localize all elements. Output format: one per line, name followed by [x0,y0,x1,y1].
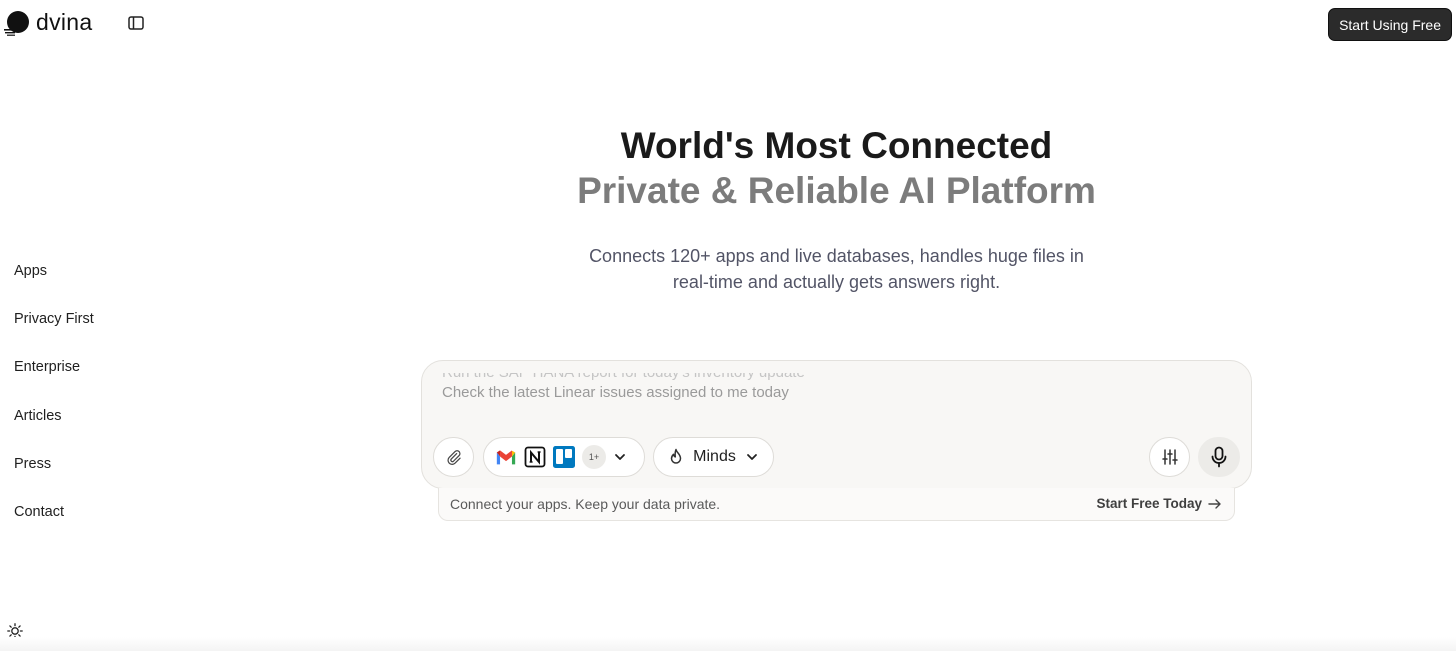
prompt-suggestions[interactable]: Run the SAP HANA report for today's inve… [442,373,1231,409]
start-free-today-link[interactable]: Start Free Today [1096,496,1222,511]
logo[interactable]: dvina [4,9,92,36]
sidebar-toggle-icon[interactable] [128,16,144,30]
sidebar-nav: Apps Privacy First Enterprise Articles P… [14,262,94,551]
start-using-free-button[interactable]: Start Using Free [1328,8,1452,41]
start-free-today-label: Start Free Today [1096,496,1202,511]
attach-button[interactable] [433,437,474,477]
flame-icon [670,448,682,464]
trello-icon [553,446,575,468]
nav-item-articles[interactable]: Articles [14,407,94,455]
nav-item-enterprise[interactable]: Enterprise [14,358,94,406]
prompt-suggestion-previous: Run the SAP HANA report for today's inve… [442,373,1231,383]
prompt-box[interactable]: Run the SAP HANA report for today's inve… [421,360,1252,489]
hero-subtitle: Connects 120+ apps and live databases, h… [421,243,1252,295]
strip-tagline: Connect your apps. Keep your data privat… [450,496,721,512]
nav-item-privacy-first[interactable]: Privacy First [14,310,94,358]
prompt-footer-strip: Connect your apps. Keep your data privat… [438,488,1235,521]
landing-page: dvina Start Using Free Apps Privacy Firs… [0,0,1456,651]
sliders-icon [1161,449,1178,465]
bottom-fade [0,637,1456,651]
logo-text: dvina [36,9,93,35]
minds-selector-button[interactable]: Minds [653,437,774,477]
microphone-icon [1211,446,1227,468]
apps-more-badge: 1+ [582,445,606,469]
hero-subtitle-line-1: Connects 120+ apps and live databases, h… [589,246,1084,266]
notion-icon [524,446,546,468]
nav-item-apps[interactable]: Apps [14,262,94,310]
microphone-button[interactable] [1198,437,1240,477]
arrow-right-icon [1208,498,1221,509]
gmail-icon [496,450,516,465]
nav-item-press[interactable]: Press [14,455,94,503]
chevron-down-icon [615,454,625,460]
hero-title-line-2: Private & Reliable AI Platform [577,170,1096,211]
dvina-logo-icon [4,10,29,36]
hero-title-line-1: World's Most Connected [620,125,1053,166]
chevron-down-icon [746,454,757,460]
paperclip-icon [447,449,461,465]
settings-button[interactable] [1149,437,1190,477]
nav-item-contact[interactable]: Contact [14,503,94,551]
hero-subtitle-line-2: real-time and actually gets answers righ… [672,272,1001,292]
prompt-suggestion-current: Check the latest Linear issues assigned … [442,384,789,401]
apps-selector-button[interactable]: 1+ [483,437,645,477]
minds-label: Minds [693,448,736,465]
